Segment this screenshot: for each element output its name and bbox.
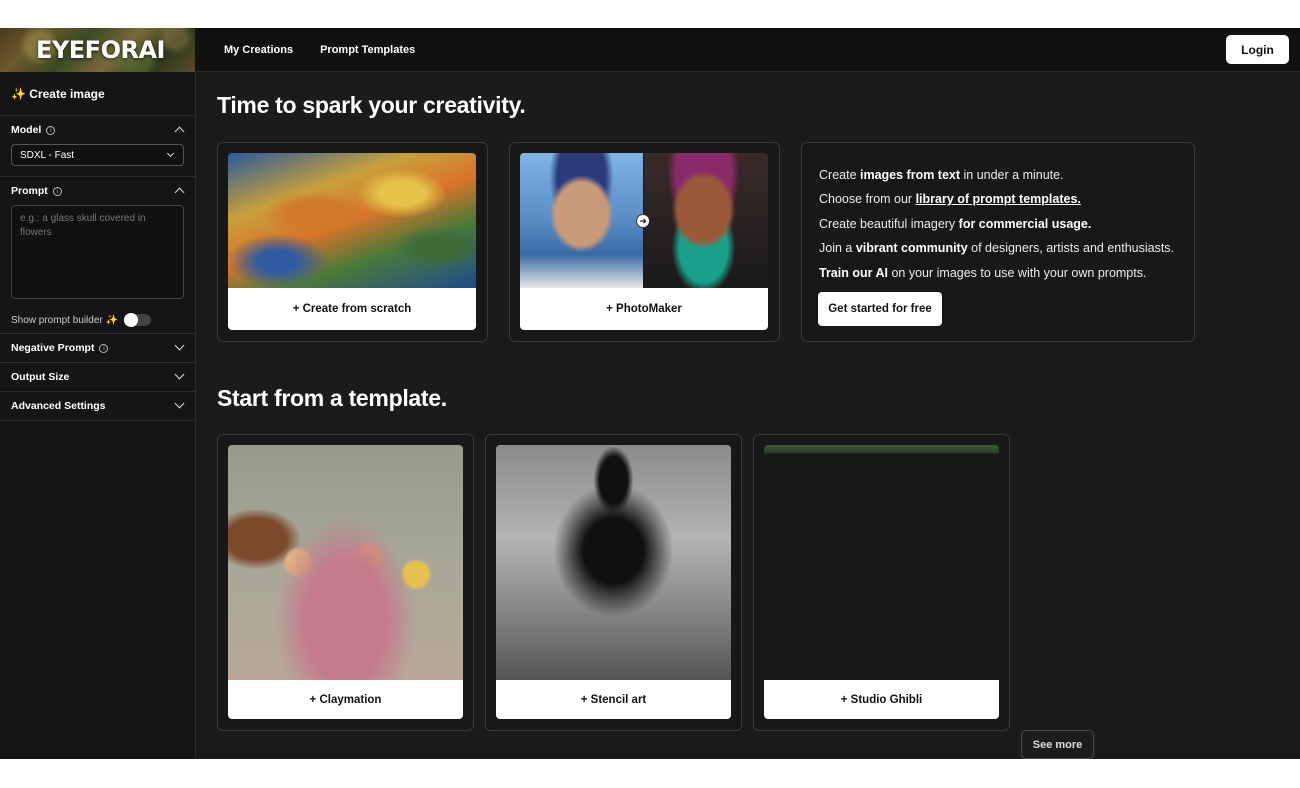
arrow-right-icon: ➜ <box>636 214 650 228</box>
chevron-down-icon[interactable] <box>174 369 185 380</box>
app-window: EYEFORAI My Creations Prompt Templates L… <box>0 28 1300 759</box>
prompt-templates-link[interactable]: library of prompt templates. <box>916 192 1081 206</box>
info-icon[interactable]: i <box>99 343 109 353</box>
studio-ghibli-thumbnail <box>764 445 999 680</box>
studio-ghibli-button[interactable]: + Studio Ghibli <box>764 680 999 719</box>
prompt-label: Prompt <box>11 185 48 197</box>
template-card-studio-ghibli[interactable]: + Studio Ghibli <box>753 434 1010 731</box>
get-started-button[interactable]: Get started for free <box>818 292 942 326</box>
info-line-3: Create beautiful imagery for commercial … <box>819 216 1092 231</box>
output-size-section[interactable]: Output Size <box>0 363 195 392</box>
template-card-claymation[interactable]: + Claymation <box>217 434 474 731</box>
negative-prompt-section[interactable]: Negative Prompt i <box>0 334 195 363</box>
info-line-4: Join a vibrant community of designers, a… <box>819 241 1175 256</box>
nav-prompt-templates[interactable]: Prompt Templates <box>320 44 415 56</box>
sidebar: ✨ Create image Model i SDXL - Fast Promp… <box>0 72 196 759</box>
output-size-label: Output Size <box>11 371 70 383</box>
logo-text: EYEFORAI <box>36 36 165 64</box>
model-section-header[interactable]: Model i <box>0 116 195 144</box>
top-bar: EYEFORAI My Creations Prompt Templates L… <box>0 28 1300 72</box>
logo[interactable]: EYEFORAI <box>0 28 195 72</box>
main-nav: My Creations Prompt Templates <box>224 28 415 72</box>
prompt-builder-toggle[interactable] <box>124 313 151 327</box>
info-card: Create images from text in under a minut… <box>801 142 1195 342</box>
prompt-section-header[interactable]: Prompt i <box>0 177 195 205</box>
create-from-scratch-button[interactable]: + Create from scratch <box>228 288 476 330</box>
prompt-input[interactable] <box>20 212 175 292</box>
model-select[interactable]: SDXL - Fast <box>11 144 184 166</box>
prompt-section: Prompt i Show prompt builder ✨ <box>0 177 195 334</box>
advanced-settings-section[interactable]: Advanced Settings <box>0 392 195 421</box>
claymation-thumbnail <box>228 445 463 680</box>
photo-before <box>520 153 643 288</box>
chevron-up-icon[interactable] <box>174 126 185 137</box>
stencil-art-thumbnail <box>496 445 731 680</box>
stencil-art-button[interactable]: + Stencil art <box>496 680 731 719</box>
chevron-down-icon <box>166 149 175 158</box>
output-size-header[interactable]: Output Size <box>0 363 195 391</box>
photomaker-card[interactable]: ➜ + PhotoMaker <box>509 142 780 342</box>
photomaker-button[interactable]: + PhotoMaker <box>520 288 768 330</box>
hero-title: Time to spark your creativity. <box>217 92 526 118</box>
painting-thumbnail <box>228 153 476 288</box>
nav-my-creations[interactable]: My Creations <box>224 44 293 56</box>
model-section: Model i SDXL - Fast <box>0 116 195 177</box>
chevron-down-icon[interactable] <box>174 340 185 351</box>
template-card-stencil-art[interactable]: + Stencil art <box>485 434 742 731</box>
model-select-value: SDXL - Fast <box>20 149 75 161</box>
claymation-button[interactable]: + Claymation <box>228 680 463 719</box>
see-more-button[interactable]: See more <box>1021 730 1094 759</box>
create-from-scratch-card[interactable]: + Create from scratch <box>217 142 488 342</box>
prompt-box <box>11 205 184 299</box>
photomaker-thumbnail: ➜ <box>520 153 768 288</box>
chevron-up-icon[interactable] <box>174 187 185 198</box>
templates-title: Start from a template. <box>217 385 447 411</box>
photo-after <box>644 153 768 288</box>
toggle-knob <box>124 313 138 327</box>
advanced-settings-label: Advanced Settings <box>11 400 106 412</box>
info-icon[interactable]: i <box>52 186 62 196</box>
advanced-settings-header[interactable]: Advanced Settings <box>0 392 195 420</box>
prompt-builder-label: Show prompt builder ✨ <box>11 314 118 326</box>
login-button[interactable]: Login <box>1226 35 1289 64</box>
info-line-1: Create images from text in under a minut… <box>819 168 1064 182</box>
chevron-down-icon[interactable] <box>174 398 185 409</box>
info-line-5: Train our AI on your images to use with … <box>819 265 1147 280</box>
main-content: Time to spark your creativity. + Create … <box>197 72 1300 759</box>
negative-prompt-header[interactable]: Negative Prompt i <box>0 334 195 362</box>
info-line-2: Choose from our library of prompt templa… <box>819 192 1081 207</box>
create-image-heading: ✨ Create image <box>0 72 195 116</box>
info-icon[interactable]: i <box>46 125 56 135</box>
model-label: Model <box>11 124 42 136</box>
negative-prompt-label: Negative Prompt <box>11 342 95 354</box>
prompt-builder-row: Show prompt builder ✨ <box>0 307 195 333</box>
